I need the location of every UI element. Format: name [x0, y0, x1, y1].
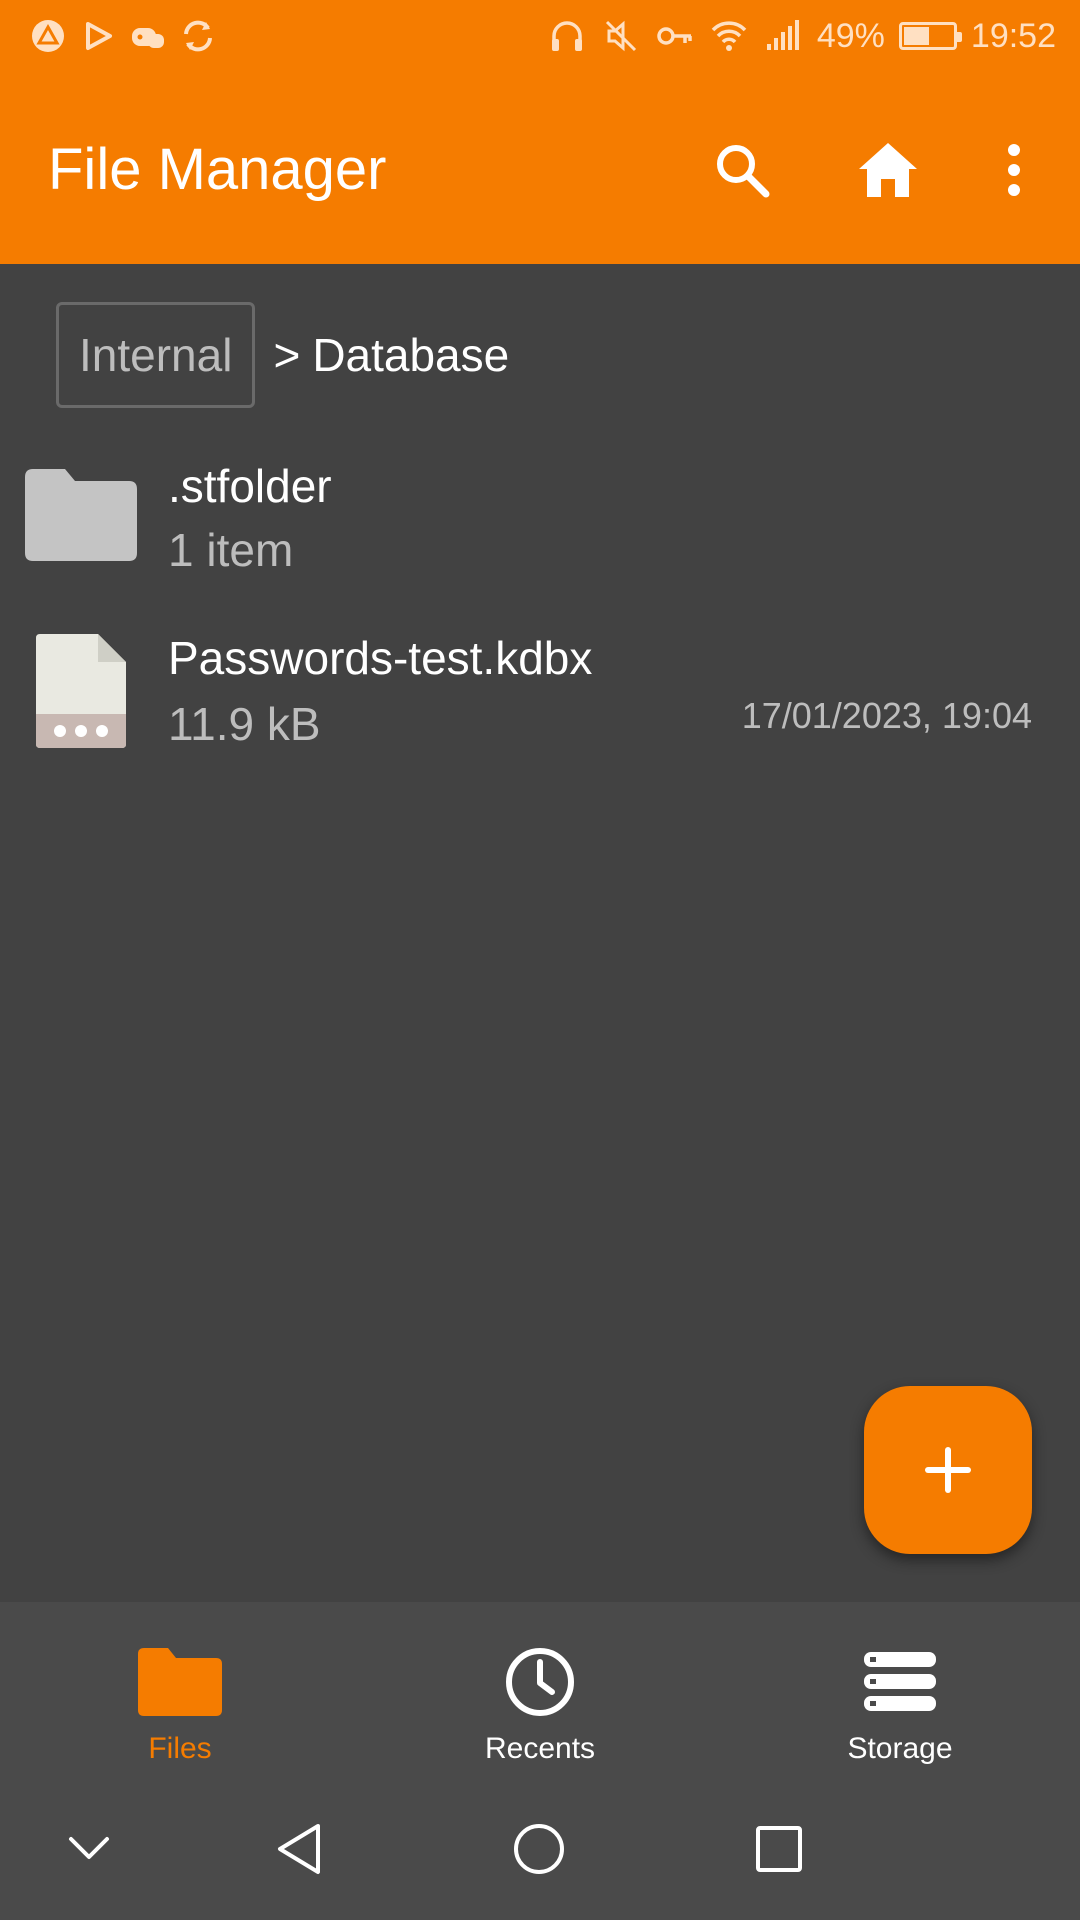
home-icon [859, 143, 917, 197]
play-icon [86, 22, 112, 50]
storage-icon [857, 1644, 943, 1720]
back-icon [278, 1824, 320, 1874]
list-item-file[interactable]: Passwords-test.kdbx 11.9 kB 17/01/2023, … [0, 616, 1080, 766]
sync-icon [184, 20, 212, 52]
nav-item-storage[interactable]: Storage [720, 1602, 1080, 1778]
signal-icon [766, 20, 799, 50]
app-header: 49% 19:52 File Manager [0, 0, 1080, 264]
recents-nav-button[interactable] [734, 1804, 824, 1894]
mute-icon [605, 20, 636, 52]
nav-item-files[interactable]: Files [0, 1602, 360, 1778]
headphones-icon [551, 21, 582, 51]
battery-percent: 49% [816, 17, 885, 55]
clock-icon [497, 1644, 583, 1720]
home-circle-icon [514, 1824, 564, 1874]
breadcrumb-separator: > [273, 329, 301, 381]
folder-icon [24, 440, 138, 590]
breadcrumb: Internal > Database [56, 302, 509, 408]
bottom-navigation: Files Recents Storage [0, 1602, 1080, 1778]
recents-square-icon [756, 1826, 802, 1872]
search-icon [717, 145, 770, 198]
battery-icon [898, 22, 962, 50]
wifi-icon [711, 21, 747, 51]
status-left-icons [28, 16, 218, 56]
battery-fill [903, 27, 930, 45]
file-name: Passwords-test.kdbx [168, 632, 593, 684]
breadcrumb-current[interactable]: Database [312, 328, 509, 382]
game-icon [132, 28, 164, 48]
back-button[interactable] [254, 1804, 344, 1894]
file-date: 17/01/2023, 19:04 [741, 695, 1032, 736]
nav-label-recents: Recents [484, 1732, 596, 1765]
nav-item-recents[interactable]: Recents [360, 1602, 720, 1778]
drive-icon [32, 20, 64, 52]
plus-icon [925, 1447, 971, 1493]
system-navigation [0, 1778, 1080, 1920]
search-button[interactable] [708, 136, 776, 204]
file-meta: 1 item [168, 524, 294, 576]
breadcrumb-root[interactable]: Internal [56, 302, 256, 408]
vpn-key-icon [657, 27, 692, 45]
chevron-down-icon [69, 1837, 109, 1859]
home-button[interactable] [854, 136, 922, 204]
hide-nav-button[interactable] [44, 1804, 134, 1894]
status-bar: 49% 19:52 [0, 0, 1080, 76]
more-options-button[interactable] [980, 136, 1048, 204]
status-right-icons: 49% 19:52 [547, 14, 1056, 58]
file-name: .stfolder [168, 460, 332, 512]
file-icon [24, 616, 138, 766]
folder-icon [137, 1644, 223, 1720]
more-vert-icon [1008, 144, 1020, 196]
list-item-folder[interactable]: .stfolder 1 item [0, 440, 1080, 590]
file-meta: 11.9 kB [168, 698, 321, 750]
home-nav-button[interactable] [494, 1804, 584, 1894]
nav-label-storage: Storage [847, 1732, 953, 1765]
add-button[interactable] [864, 1386, 1032, 1554]
page-title: File Manager [48, 137, 387, 202]
status-time: 19:52 [970, 17, 1056, 55]
nav-label-files: Files [148, 1732, 212, 1765]
